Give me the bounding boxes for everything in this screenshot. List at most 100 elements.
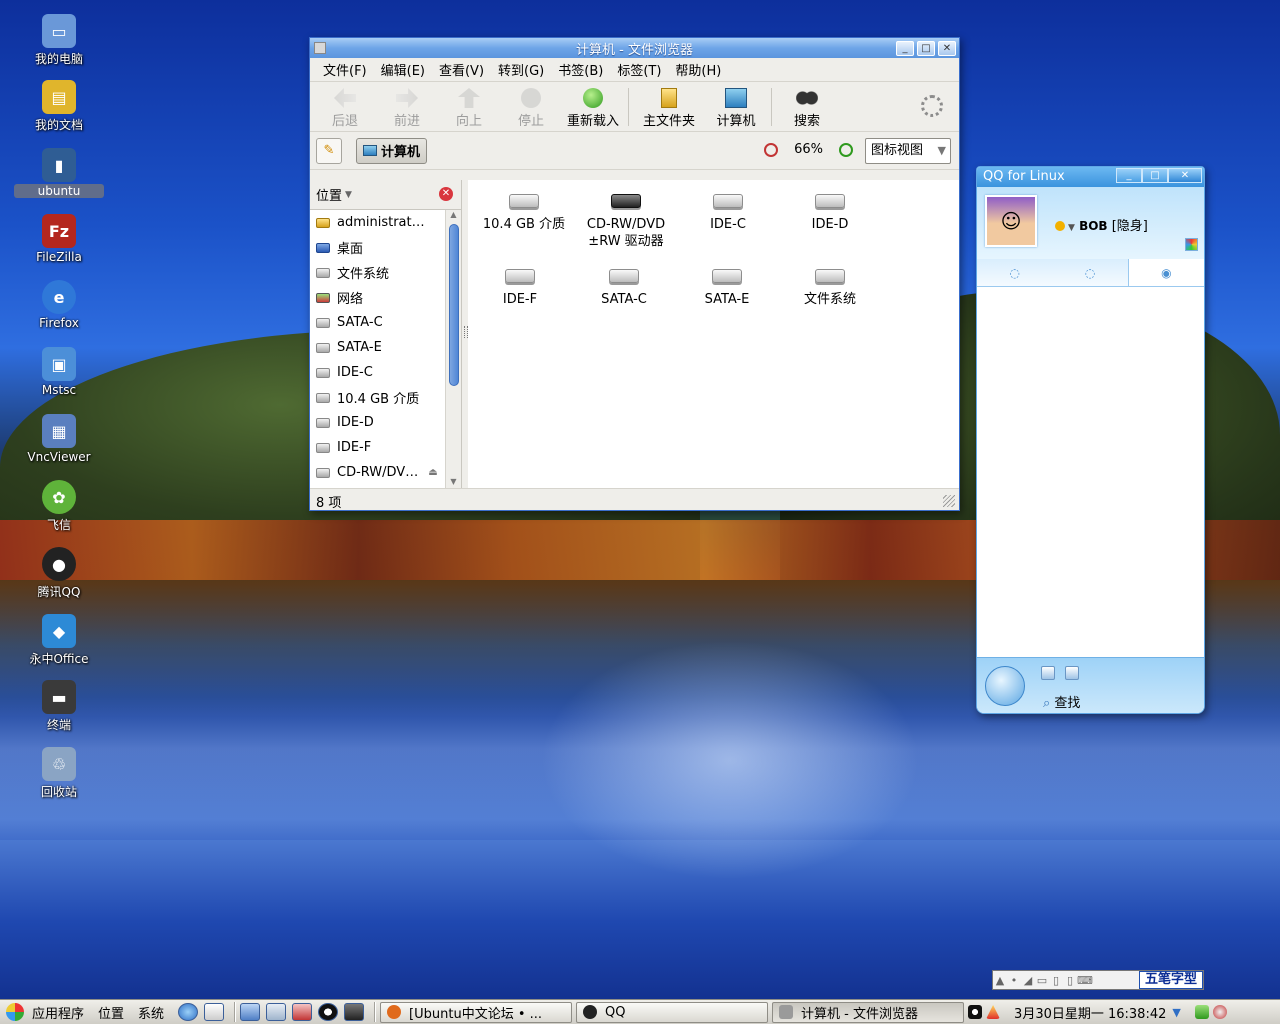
sidebar-item[interactable]: 网络 (310, 285, 445, 310)
up-button[interactable]: 向上 (438, 88, 500, 129)
message-manager-icon[interactable] (1065, 666, 1079, 680)
file-item[interactable]: 10.4 GB 介质 (472, 180, 576, 233)
close-button[interactable]: ✕ (1168, 168, 1202, 183)
terminal-launcher-icon[interactable] (344, 1003, 365, 1021)
browser-launcher-icon[interactable] (178, 1003, 199, 1021)
back-button[interactable]: 后退 (314, 88, 376, 129)
qq-titlebar[interactable]: QQ for Linux _ □ ✕ (977, 167, 1204, 187)
avatar[interactable]: ☺ (985, 195, 1037, 247)
maximize-button[interactable]: □ (917, 40, 935, 56)
menu-help[interactable]: 帮助(H) (668, 60, 728, 79)
desktop-icon-trash[interactable]: ♲ 回收站 (14, 747, 104, 800)
sidebar-scrollbar[interactable]: ▲ ▼ (445, 210, 461, 488)
minimize-button[interactable]: _ (1116, 168, 1142, 183)
file-item[interactable]: IDE-F (468, 255, 572, 308)
menu-view[interactable]: 查看(V) (432, 60, 491, 79)
menu-edit[interactable]: 编辑(E) (374, 60, 432, 79)
sidebar-item[interactable]: CD-RW/DV… ⏏ (310, 460, 445, 485)
qq-main-menu-button[interactable] (985, 666, 1025, 706)
full-width-icon[interactable]: ◢ (1021, 974, 1035, 987)
traditional-icon[interactable]: ▯ (1063, 974, 1077, 987)
zoom-in-icon[interactable] (839, 142, 853, 157)
qq-launcher-icon[interactable] (318, 1003, 339, 1021)
sidebar-item[interactable]: 桌面 (310, 235, 445, 260)
menu-system[interactable]: 系统 (138, 1003, 164, 1022)
reload-button[interactable]: 重新载入 (562, 88, 624, 129)
warning-icon[interactable] (986, 1005, 1001, 1019)
menu-go[interactable]: 转到(G) (491, 60, 551, 79)
lianxiang-icon[interactable]: ▯ (1049, 974, 1063, 987)
qq-tray-icon[interactable] (968, 1005, 983, 1019)
sidebar-item[interactable]: SATA-C (310, 310, 445, 335)
menu-places[interactable]: 位置 (98, 1003, 124, 1022)
view-mode-select[interactable]: 图标视图 ▼ (865, 138, 951, 164)
zoom-level[interactable]: 66% (794, 142, 823, 157)
desktop-icon-yozo-office[interactable]: ◆ 永中Office (14, 614, 104, 667)
file-item[interactable]: IDE-C (676, 180, 780, 233)
file-item[interactable]: CD-RW/DVD ±RW 驱动器 (574, 180, 678, 250)
stop-button[interactable]: 停止 (500, 88, 562, 129)
qq-search-button[interactable]: ⌕ 查找 (1043, 692, 1080, 711)
desktop-icon-vncviewer[interactable]: ▦ VncViewer (14, 414, 104, 464)
sidebar-item[interactable]: IDE-D (310, 410, 445, 435)
keyboard-icon[interactable]: ⌨ (1077, 974, 1093, 987)
scroll-up-icon[interactable]: ▲ (446, 210, 461, 219)
sidebar-item[interactable]: administrat… (310, 210, 445, 235)
eject-icon[interactable]: ⏏ (428, 467, 437, 478)
penguin-icon[interactable]: ▲ (993, 974, 1007, 987)
desktop-icon-my-documents[interactable]: ▤ 我的文档 (14, 80, 104, 133)
task-qq[interactable]: QQ (576, 1001, 769, 1023)
tab-recent[interactable]: ◉ (1127, 259, 1204, 286)
menu-bookmarks[interactable]: 书签(B) (551, 60, 610, 79)
clock[interactable]: 3月30日星期一 16:38:42 (1008, 1003, 1172, 1022)
home-folder-button[interactable]: 主文件夹 (633, 88, 705, 129)
computer-button[interactable]: 计算机 (705, 88, 767, 129)
sidebar-item[interactable]: SATA-E (310, 335, 445, 360)
screenshot-launcher-icon[interactable] (292, 1003, 313, 1021)
trash-launcher-icon[interactable] (266, 1003, 287, 1021)
network-icon[interactable]: ▼ (1172, 1006, 1180, 1019)
tab-friends[interactable]: ◌ (977, 259, 1052, 286)
desktop-icon-mstsc[interactable]: ▣ Mstsc (14, 347, 104, 397)
tab-groups[interactable]: ◌ (1052, 259, 1127, 286)
simplified-icon[interactable]: ▭ (1035, 974, 1049, 987)
desktop-icon-ubuntu[interactable]: ▮ ubuntu (14, 148, 104, 198)
scroll-down-icon[interactable]: ▼ (446, 477, 461, 486)
desktop-icon-qq[interactable]: ● 腾讯QQ (14, 547, 104, 600)
close-sidebar-icon[interactable]: ✕ (439, 187, 453, 201)
sidebar-item[interactable]: 10.4 GB 介质 (310, 385, 445, 410)
close-button[interactable]: ✕ (938, 40, 956, 56)
sidebar-item[interactable]: IDE-C (310, 360, 445, 385)
menu-tabs[interactable]: 标签(T) (610, 60, 668, 79)
path-button-computer[interactable]: 计算机 (356, 137, 428, 164)
file-item[interactable]: SATA-E (675, 255, 779, 308)
shutdown-icon[interactable] (1212, 1005, 1227, 1019)
update-icon[interactable] (1194, 1005, 1209, 1019)
file-item[interactable]: SATA-C (572, 255, 676, 308)
file-item[interactable]: IDE-D (778, 180, 882, 233)
editor-launcher-icon[interactable] (204, 1003, 225, 1021)
edit-location-button[interactable]: ✎ (316, 137, 342, 164)
qq-status[interactable]: ▼ BOB [隐身] (1055, 215, 1148, 234)
desktop-icon-firefox[interactable]: e Firefox (14, 280, 104, 330)
forward-button[interactable]: 前进 (376, 88, 438, 129)
task-firefox[interactable]: [Ubuntu中文论坛 • ... (380, 1001, 573, 1023)
menu-applications[interactable]: 应用程序 (32, 1003, 84, 1022)
zoom-out-icon[interactable] (764, 142, 779, 157)
search-button[interactable]: 搜索 (776, 88, 838, 129)
ubuntu-logo-icon[interactable] (6, 1003, 24, 1021)
desktop-icon-terminal[interactable]: ▬ 终端 (14, 680, 104, 733)
wrench-icon[interactable] (1041, 666, 1055, 680)
task-file-browser[interactable]: 计算机 - 文件浏览器 (772, 1001, 965, 1023)
file-item[interactable]: 文件系统 (778, 255, 882, 308)
sidebar-header-label[interactable]: 位置 (316, 185, 342, 204)
punctuation-icon[interactable]: • (1007, 974, 1021, 987)
chevron-down-icon[interactable]: ▼ (345, 190, 352, 200)
minimize-button[interactable]: _ (896, 40, 914, 56)
show-desktop-icon[interactable] (240, 1003, 261, 1021)
menu-file[interactable]: 文件(F) (316, 60, 374, 79)
desktop-icon-my-computer[interactable]: ▭ 我的电脑 (14, 14, 104, 67)
resize-grip[interactable] (943, 495, 955, 507)
skin-color-icon[interactable] (1185, 238, 1198, 251)
maximize-button[interactable]: □ (1142, 168, 1168, 183)
